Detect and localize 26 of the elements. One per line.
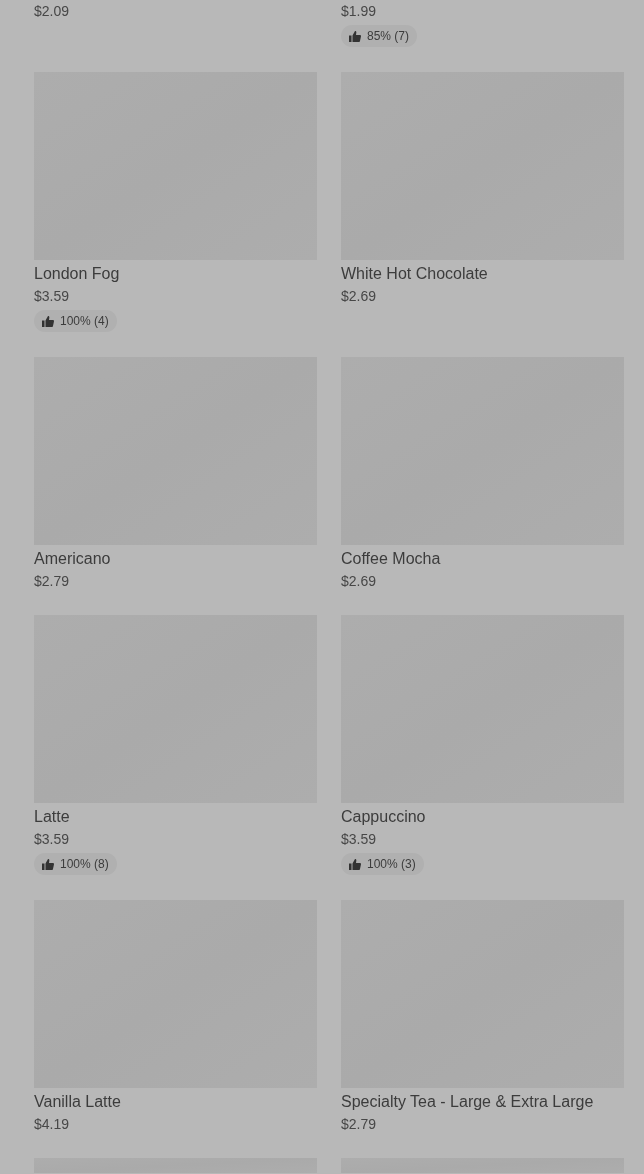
item-name: Latte xyxy=(34,807,71,827)
item-name: Vanilla Latte xyxy=(34,1092,122,1112)
thumbs-up-icon xyxy=(42,315,54,327)
item-name: Americano xyxy=(34,549,112,569)
item-price: $4.19 xyxy=(34,1115,71,1133)
item-price: $2.79 xyxy=(341,1115,378,1133)
rating-badge: 100% (3) xyxy=(341,853,424,875)
item-price: $2.69 xyxy=(341,572,378,590)
item-price: $2.69 xyxy=(341,287,378,305)
item-price: $1.99 xyxy=(341,2,378,20)
item-price: $3.59 xyxy=(34,287,71,305)
thumbs-up-icon xyxy=(349,30,361,42)
item-price: $2.79 xyxy=(34,572,71,590)
item-price: $2.09 xyxy=(34,2,71,20)
rating-badge: 85% (7) xyxy=(341,25,418,47)
item-name: Specialty Tea - Large & Extra Large xyxy=(341,1092,595,1112)
item-price: $3.59 xyxy=(341,830,378,848)
item-name: London Fog xyxy=(34,264,121,284)
item-name: Coffee Mocha xyxy=(341,549,442,569)
rating-badge: 100% (8) xyxy=(34,853,117,875)
thumbs-up-icon xyxy=(349,858,361,870)
item-name: Cappuccino xyxy=(341,807,427,827)
item-name: White Hot Chocolate xyxy=(341,264,489,284)
item-price: $3.59 xyxy=(34,830,71,848)
thumbs-up-icon xyxy=(42,858,54,870)
rating-badge: 100% (4) xyxy=(34,310,117,332)
